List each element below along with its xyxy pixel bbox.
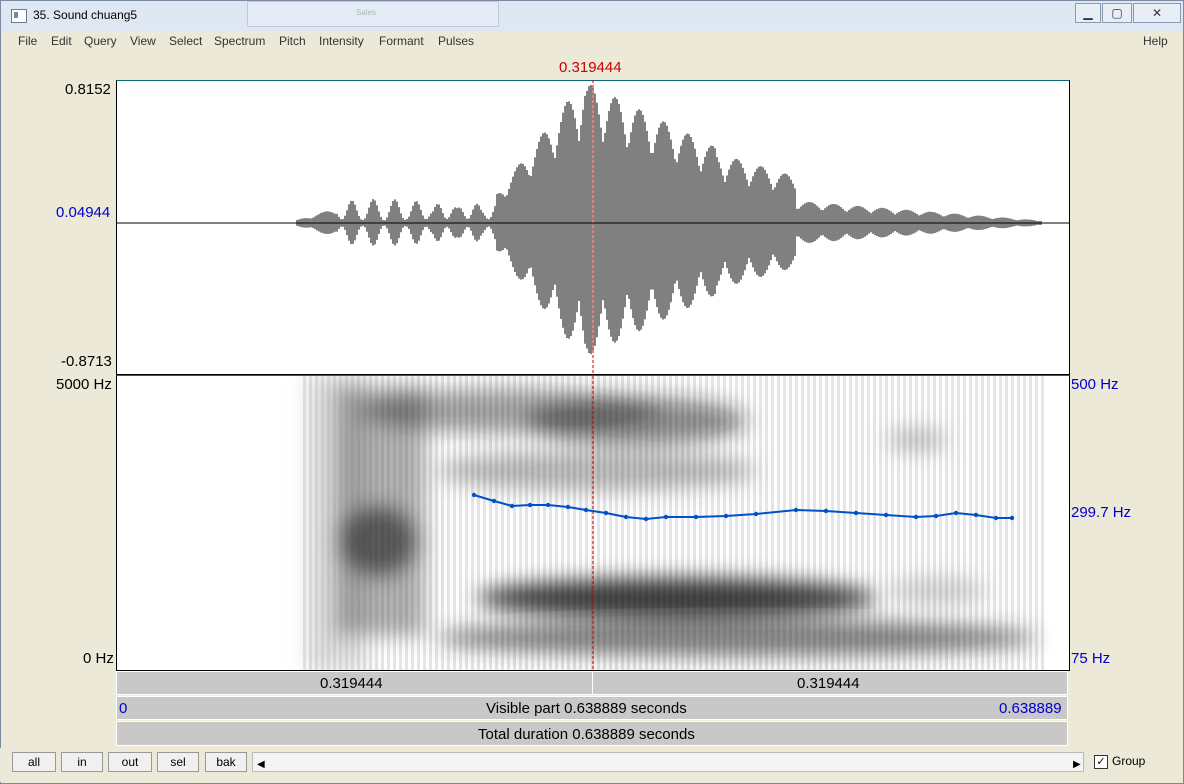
pitch-point: [883, 512, 889, 518]
pitch-point: [793, 507, 799, 513]
waveform-max-label: 0.8152: [65, 81, 111, 98]
zoom-out-button[interactable]: out: [108, 752, 152, 772]
window-title: 35. Sound chuang5: [33, 8, 138, 22]
pitch-point: [973, 512, 979, 518]
close-button[interactable]: ✕: [1133, 3, 1181, 23]
menu-pulses[interactable]: Pulses: [438, 34, 474, 48]
maximize-button[interactable]: ▢: [1102, 3, 1132, 23]
pitch-point: [693, 514, 699, 520]
pitch-top-label: 500 Hz: [1071, 376, 1119, 393]
group-label: Group: [1112, 754, 1146, 768]
pitch-point: [527, 502, 533, 508]
pitch-point: [853, 510, 859, 516]
background-window-button: Sales: [247, 1, 499, 27]
menu-edit[interactable]: Edit: [51, 34, 72, 48]
menu-intensity[interactable]: Intensity: [319, 34, 364, 48]
menu-file[interactable]: File: [18, 34, 37, 48]
pitch-point: [509, 503, 515, 509]
pitch-bottom-label: 75 Hz: [1071, 650, 1111, 667]
spectrogram-top-freq: 5000 Hz: [56, 376, 112, 393]
zoom-all-button[interactable]: all: [12, 752, 56, 772]
zoom-sel-button[interactable]: sel: [157, 752, 199, 772]
spectrogram-bottom-freq: 0 Hz: [83, 650, 114, 667]
menu-pitch[interactable]: Pitch: [279, 34, 306, 48]
app-icon: [11, 9, 27, 23]
waveform-min-label: -0.8713: [61, 353, 112, 370]
pitch-point: [565, 504, 571, 510]
pitch-point: [913, 514, 919, 520]
pitch-point: [953, 510, 959, 516]
total-duration-bar[interactable]: Total duration 0.638889 seconds: [116, 721, 1068, 746]
pitch-point: [753, 511, 759, 517]
title-bar[interactable]: 35. Sound chuang5 Sales ▁ ▢ ✕: [1, 1, 1183, 31]
time-bar-right[interactable]: 0.319444: [797, 675, 860, 692]
menu-formant[interactable]: Formant: [379, 34, 424, 48]
menu-help[interactable]: Help: [1143, 34, 1168, 48]
pitch-point: [823, 508, 829, 514]
pitch-point: [545, 502, 551, 508]
total-duration-label: Total duration 0.638889 seconds: [478, 726, 695, 743]
menu-bar: File Edit Query View Select Spectrum Pit…: [9, 32, 1175, 50]
pitch-point: [993, 515, 999, 521]
menu-select[interactable]: Select: [169, 34, 202, 48]
group-checkbox[interactable]: ✓: [1094, 755, 1108, 769]
pitch-cursor-value: 299.7 Hz: [1071, 504, 1132, 521]
scroll-right-arrow-icon[interactable]: ▶: [1073, 759, 1081, 770]
pitch-point: [933, 513, 939, 519]
visible-part-label: Visible part 0.638889 seconds: [486, 700, 687, 717]
pitch-point: [643, 516, 649, 522]
pitch-point: [583, 507, 589, 513]
bottom-toolbar: all in out sel bak ◀ ▶ ✓ Group: [0, 748, 1182, 782]
pitch-point: [1009, 515, 1015, 521]
pitch-point: [663, 514, 669, 520]
menu-spectrum[interactable]: Spectrum: [214, 34, 265, 48]
waveform-cursor-value: 0.04944: [56, 204, 111, 221]
time-bar-left[interactable]: 0.319444: [320, 675, 383, 692]
visible-start: 0: [119, 700, 128, 717]
zoom-in-button[interactable]: in: [61, 752, 103, 772]
pitch-point: [623, 514, 629, 520]
scroll-left-arrow-icon[interactable]: ◀: [257, 759, 265, 770]
visible-end: 0.638889: [999, 700, 1062, 717]
minimize-button[interactable]: ▁: [1075, 3, 1101, 23]
pitch-point: [603, 510, 609, 516]
time-bar-divider: [592, 672, 593, 694]
visible-part-bar[interactable]: 0 Visible part 0.638889 seconds 0.638889: [116, 696, 1068, 720]
pitch-point: [723, 513, 729, 519]
pitch-point: [491, 498, 497, 504]
cursor-time-bar[interactable]: 0.319444 0.319444: [116, 671, 1068, 695]
horizontal-scrollbar[interactable]: ◀ ▶: [252, 752, 1084, 772]
pitch-point: [471, 492, 477, 498]
cursor-time-label: 0.319444: [559, 59, 622, 76]
cursor-overlay: [471, 80, 1015, 522]
pitch-contour: [473, 494, 1012, 521]
menu-view[interactable]: View: [130, 34, 156, 48]
zoom-back-button[interactable]: bak: [205, 752, 247, 772]
menu-query[interactable]: Query: [84, 34, 117, 48]
